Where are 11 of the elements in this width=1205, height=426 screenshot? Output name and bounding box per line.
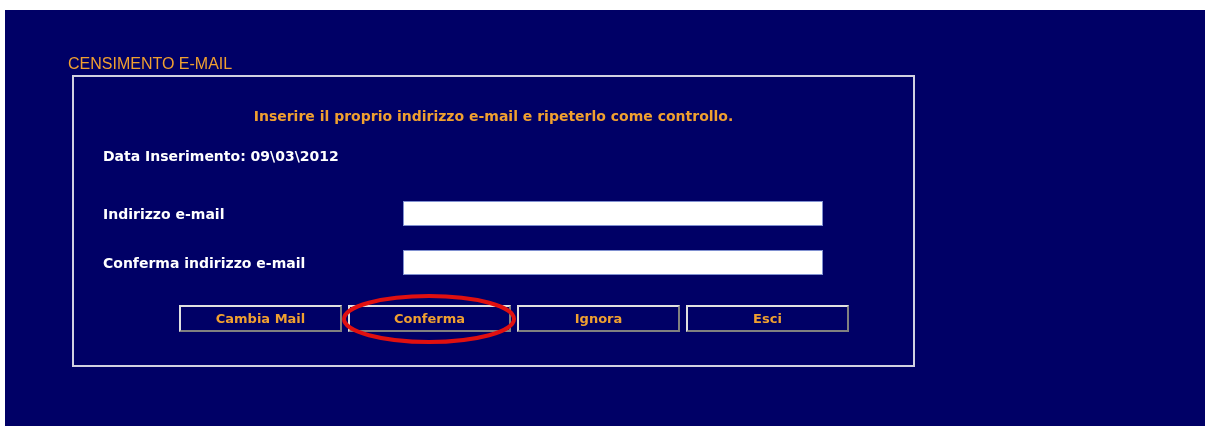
input-field[interactable]	[403, 250, 823, 275]
form-button[interactable]: Esci	[686, 305, 849, 332]
input-field[interactable]	[403, 201, 823, 226]
form-button[interactable]: Ignora	[517, 305, 680, 332]
field-label: Conferma indirizzo e-mail	[103, 254, 307, 271]
date-text: Data Inserimento: 09\03\2012	[103, 147, 340, 166]
form-button[interactable]: Cambia Mail	[179, 305, 342, 332]
field-label: Indirizzo e-mail	[103, 205, 226, 222]
instruction-text: Inserire il proprio indirizzo e-mail e ripeterlo come controllo.	[252, 107, 735, 126]
form-button[interactable]: Conferma	[348, 305, 511, 332]
section-title: CENSIMENTO E-MAIL	[68, 54, 234, 74]
